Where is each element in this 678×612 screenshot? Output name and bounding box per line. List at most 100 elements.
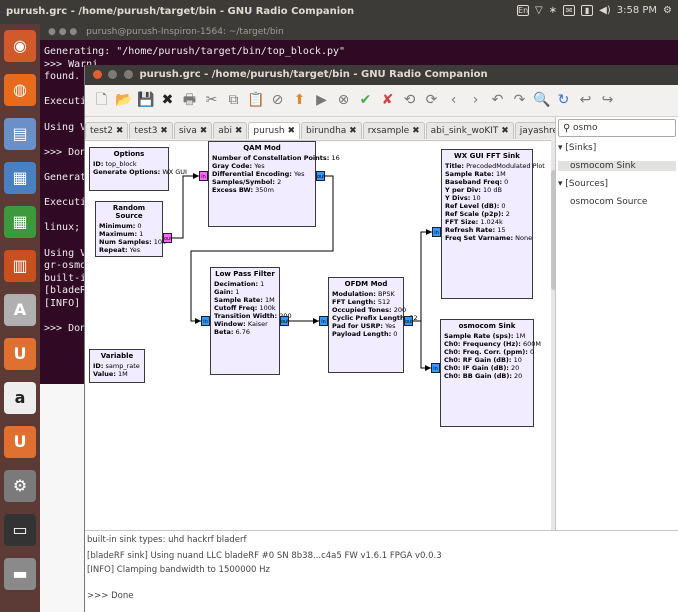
wire-ofdm-to-osmocom[interactable] — [413, 320, 431, 369]
wire-random-to-qam[interactable] — [172, 175, 199, 239]
impress-icon[interactable]: ▥ — [4, 250, 36, 282]
reload-icon[interactable]: ↻ — [555, 92, 572, 109]
tab-6[interactable]: rxsample ✖ — [362, 122, 425, 139]
tab-1[interactable]: test3 ✖ — [129, 122, 173, 139]
clock[interactable]: 3:58 PM — [617, 5, 657, 16]
fft-sink-in-port[interactable]: in — [432, 227, 441, 237]
disable-icon[interactable]: ✘ — [379, 92, 396, 109]
files-icon[interactable]: ▤ — [4, 118, 36, 150]
block-low-pass-filter[interactable]: Low Pass Filter Decimation: 1 Gain: 1 Samp… — [210, 267, 292, 375]
disk-icon[interactable]: ▬ — [4, 558, 36, 590]
back-icon[interactable]: ↩ — [577, 92, 594, 109]
ubuntu-one-music-icon[interactable]: U — [4, 426, 36, 458]
block-param: Sample Rate: 1M — [214, 296, 276, 304]
block-param: Differential Encoding: Yes — [212, 170, 312, 178]
wire-ofdm-to-fft[interactable] — [413, 231, 432, 322]
tab-5[interactable]: birundha ✖ — [301, 122, 362, 139]
copy-icon[interactable]: ⧉ — [225, 92, 242, 109]
forward-icon[interactable]: ↪ — [599, 92, 616, 109]
block-variable[interactable]: Variable ID: samp_rate Value: 1M — [89, 349, 145, 383]
low-pass-filter-in-port[interactable]: in — [201, 316, 210, 326]
rotate-cw-icon[interactable]: ⟳ — [423, 92, 440, 109]
tab-2[interactable]: siva ✖ — [173, 122, 213, 139]
keyboard-layout-icon[interactable]: En — [517, 5, 530, 16]
firefox-icon[interactable]: ◍ — [4, 74, 36, 106]
cut-icon[interactable]: ✂ — [203, 92, 220, 109]
amazon-icon[interactable]: a — [4, 382, 36, 414]
block-ofdm-mod[interactable]: OFDM Mod Modulation: BPSK FFT Length: 512… — [328, 277, 418, 373]
close-window-button[interactable] — [93, 69, 102, 79]
font-viewer-icon[interactable]: A — [4, 294, 36, 326]
param-value: 512 — [377, 298, 391, 306]
move-right-icon[interactable]: › — [467, 92, 484, 109]
flowgraph-canvas[interactable]: Options ID: top_block Generate Options: W… — [85, 140, 555, 530]
ubuntu-logo-icon[interactable]: ◉ — [4, 30, 36, 62]
block-search-input[interactable]: ⚲ osmo — [558, 119, 676, 137]
tab-3[interactable]: abi ✖ — [213, 122, 248, 139]
new-file-icon[interactable]: 🗋 — [93, 92, 110, 109]
ofdm-mod-out-port[interactable]: out — [404, 316, 413, 326]
move-left-icon[interactable]: ‹ — [445, 92, 462, 109]
writer-icon[interactable]: ▦ — [4, 162, 36, 194]
tab-7[interactable]: abi_sink_woKIT ✖ — [425, 122, 514, 139]
param-value: 0 — [501, 202, 506, 210]
qam-mod-out-port[interactable]: out — [316, 171, 325, 181]
print-icon[interactable]: 🖶 — [181, 92, 198, 109]
maximize-window-button[interactable] — [123, 69, 133, 79]
param-value: 350m — [255, 186, 274, 194]
ofdm-mod-in-port[interactable]: in — [319, 316, 328, 326]
window-controls[interactable]: ● ● ● — [48, 27, 77, 37]
param-label: Transition Width: — [214, 312, 278, 320]
system-settings-icon[interactable]: ⚙ — [4, 470, 36, 502]
generate-icon[interactable]: ⬆ — [291, 92, 308, 109]
param-label: Cutoff Freq: — [214, 304, 258, 312]
block-random-source[interactable]: Random Source Minimum: 0 Maximum: 1 Num Sa… — [95, 201, 166, 257]
network-icon[interactable]: ▽ — [535, 5, 543, 16]
osmocom-sink-in-port[interactable]: in — [431, 363, 440, 373]
qam-mod-in-port[interactable]: in — [199, 171, 208, 181]
console-panel: built-in sink types: uhd hackrf bladerf [… — [85, 530, 678, 612]
tab-4[interactable]: purush ✖ — [248, 122, 301, 139]
terminal-icon[interactable]: ▭ — [4, 514, 36, 546]
block-param: Sample Rate (sps): 1M — [444, 332, 530, 340]
minimize-window-button[interactable] — [108, 69, 118, 79]
block-wx-gui-fft-sink[interactable]: WX GUI FFT Sink Title: PrecodedModulated… — [441, 149, 545, 299]
tree-leaf-item[interactable]: osmocom Source — [558, 197, 676, 207]
tree-item-label: [Sinks] — [565, 143, 597, 153]
block-options[interactable]: Options ID: top_block Generate Options: W… — [89, 147, 187, 191]
tab-0[interactable]: test2 ✖ — [85, 122, 129, 139]
param-value: 1M — [118, 370, 128, 378]
param-value: 16 — [331, 154, 340, 162]
enable-icon[interactable]: ✔ — [357, 92, 374, 109]
mail-icon[interactable]: ✉ — [563, 5, 576, 16]
param-value: 10 — [472, 194, 481, 202]
rotate-ccw-icon[interactable]: ⟲ — [401, 92, 418, 109]
save-icon[interactable]: 💾 — [137, 92, 154, 109]
find-block-icon[interactable]: 🔍 — [533, 92, 550, 109]
tree-leaf-item[interactable]: osmocom Sink — [558, 161, 676, 171]
tree-category[interactable]: ▾ [Sinks] — [558, 143, 676, 153]
block-qam-mod[interactable]: QAM Mod Number of Constellation Points: … — [208, 141, 340, 227]
kill-icon[interactable]: ⊗ — [335, 92, 352, 109]
undo-icon[interactable]: ↶ — [489, 92, 506, 109]
bluetooth-icon[interactable]: ∗ — [549, 5, 557, 16]
block-osmocom-sink[interactable]: osmocom Sink Sample Rate (sps): 1M Ch0: F… — [440, 319, 541, 427]
calc-icon[interactable]: ▦ — [4, 206, 36, 238]
block-param: Samples/Symbol: 2 — [212, 178, 312, 186]
tree-category[interactable]: ▾ [Sources] — [558, 179, 676, 189]
terminal-line: Generating: "/home/purush/target/bin/top… — [44, 46, 346, 57]
paste-icon[interactable]: 📋 — [247, 92, 264, 109]
close-icon[interactable]: ✖ — [159, 92, 176, 109]
param-label: Excess BW: — [212, 186, 254, 194]
low-pass-filter-out-port[interactable]: out — [280, 316, 289, 326]
gear-icon[interactable]: ⚙ — [663, 5, 672, 16]
volume-icon[interactable]: ◀) — [599, 5, 611, 16]
battery-icon[interactable]: ▮ — [581, 5, 594, 16]
redo-icon[interactable]: ↷ — [511, 92, 528, 109]
ubuntu-one-icon[interactable]: U — [4, 338, 36, 370]
delete-icon[interactable]: ⊘ — [269, 92, 286, 109]
random-source-out-port[interactable]: out — [163, 233, 172, 243]
open-icon[interactable]: 📂 — [115, 92, 132, 109]
search-icon: ⚲ — [563, 123, 571, 134]
execute-icon[interactable]: ▶ — [313, 92, 330, 109]
